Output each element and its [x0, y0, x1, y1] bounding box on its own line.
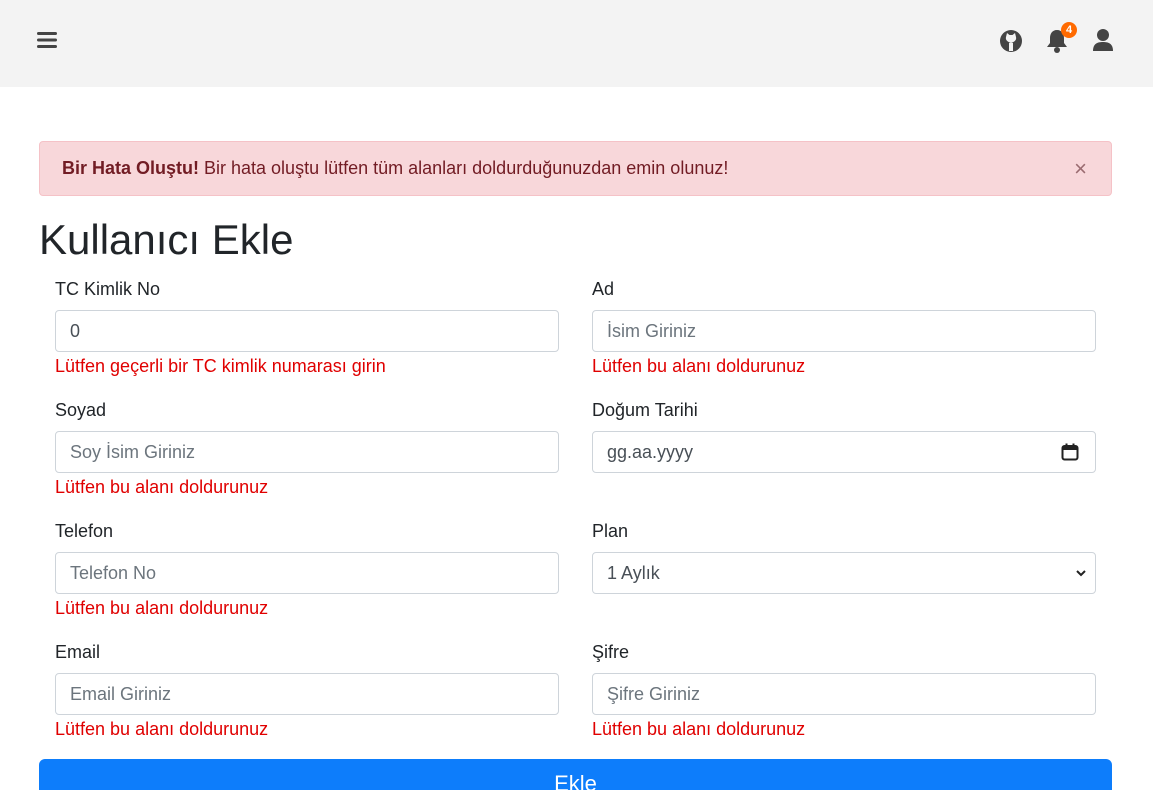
plan-select[interactable]: 1 Aylık [592, 552, 1096, 594]
plan-selected: 1 Aylık [607, 563, 660, 583]
error-alert: Bir Hata Oluştu! Bir hata oluştu lütfen … [39, 141, 1112, 196]
sifre-error: Lütfen bu alanı doldurunuz [592, 719, 806, 739]
tc-error: Lütfen geçerli bir TC kimlik numarası gi… [55, 356, 386, 376]
close-icon[interactable]: × [1074, 142, 1087, 195]
email-field: Email Email Giriniz Lütfen bu alanı dold… [55, 641, 559, 739]
ad-error: Lütfen bu alanı doldurunuz [592, 356, 806, 376]
ad-input[interactable]: İsim Giriniz [592, 310, 1096, 352]
soyad-label: Soyad [55, 400, 107, 420]
email-input[interactable]: Email Giriniz [55, 673, 559, 715]
dogum-label: Doğum Tarihi [592, 400, 698, 420]
tc-field: TC Kimlik No 0 Lütfen geçerli bir TC kim… [55, 278, 559, 376]
plan-label: Plan [592, 521, 629, 541]
telefon-label: Telefon [55, 521, 114, 541]
telefon-error: Lütfen bu alanı doldurunuz [55, 598, 269, 618]
calendar-icon[interactable] [1061, 443, 1079, 461]
tc-label: TC Kimlik No [55, 279, 161, 299]
ad-label: Ad [592, 279, 615, 299]
plan-field: Plan 1 Aylık [592, 520, 1096, 594]
soyad-input[interactable]: Soy İsim Giriniz [55, 431, 559, 473]
ad-field: Ad İsim Giriniz Lütfen bu alanı doldurun… [592, 278, 1096, 376]
chevron-down-icon [1076, 570, 1086, 577]
telefon-input[interactable]: Telefon No [55, 552, 559, 594]
menu-icon[interactable] [37, 30, 59, 50]
alert-title: Bir Hata Oluştu! [62, 158, 200, 178]
email-label: Email [55, 642, 101, 662]
telefon-field: Telefon Telefon No Lütfen bu alanı doldu… [55, 520, 559, 618]
dogum-field: Doğum Tarihi gg.aa.yyyy [592, 399, 1096, 473]
soyad-error: Lütfen bu alanı doldurunuz [55, 477, 269, 497]
email-error: Lütfen bu alanı doldurunuz [55, 719, 269, 739]
sifre-input[interactable]: Şifre Giriniz [592, 673, 1096, 715]
submit-button[interactable]: Ekle [39, 759, 1112, 790]
soyad-field: Soyad Soy İsim Giriniz Lütfen bu alanı d… [55, 399, 559, 497]
sifre-field: Şifre Şifre Giriniz Lütfen bu alanı dold… [592, 641, 1096, 739]
user-icon[interactable] [1090, 26, 1116, 54]
alert-message: Bir hata oluştu lütfen tüm alanları dold… [199, 158, 729, 178]
dogum-placeholder: gg.aa.yyyy [607, 442, 694, 462]
page-title: Kullanıcı Ekle [39, 216, 294, 263]
top-navbar: 4 [0, 0, 1153, 87]
notification-badge: 4 [1061, 22, 1077, 38]
dogum-input[interactable]: gg.aa.yyyy [592, 431, 1096, 473]
tc-input[interactable]: 0 [55, 310, 559, 352]
sifre-label: Şifre [592, 642, 630, 662]
github-icon[interactable] [998, 26, 1024, 54]
